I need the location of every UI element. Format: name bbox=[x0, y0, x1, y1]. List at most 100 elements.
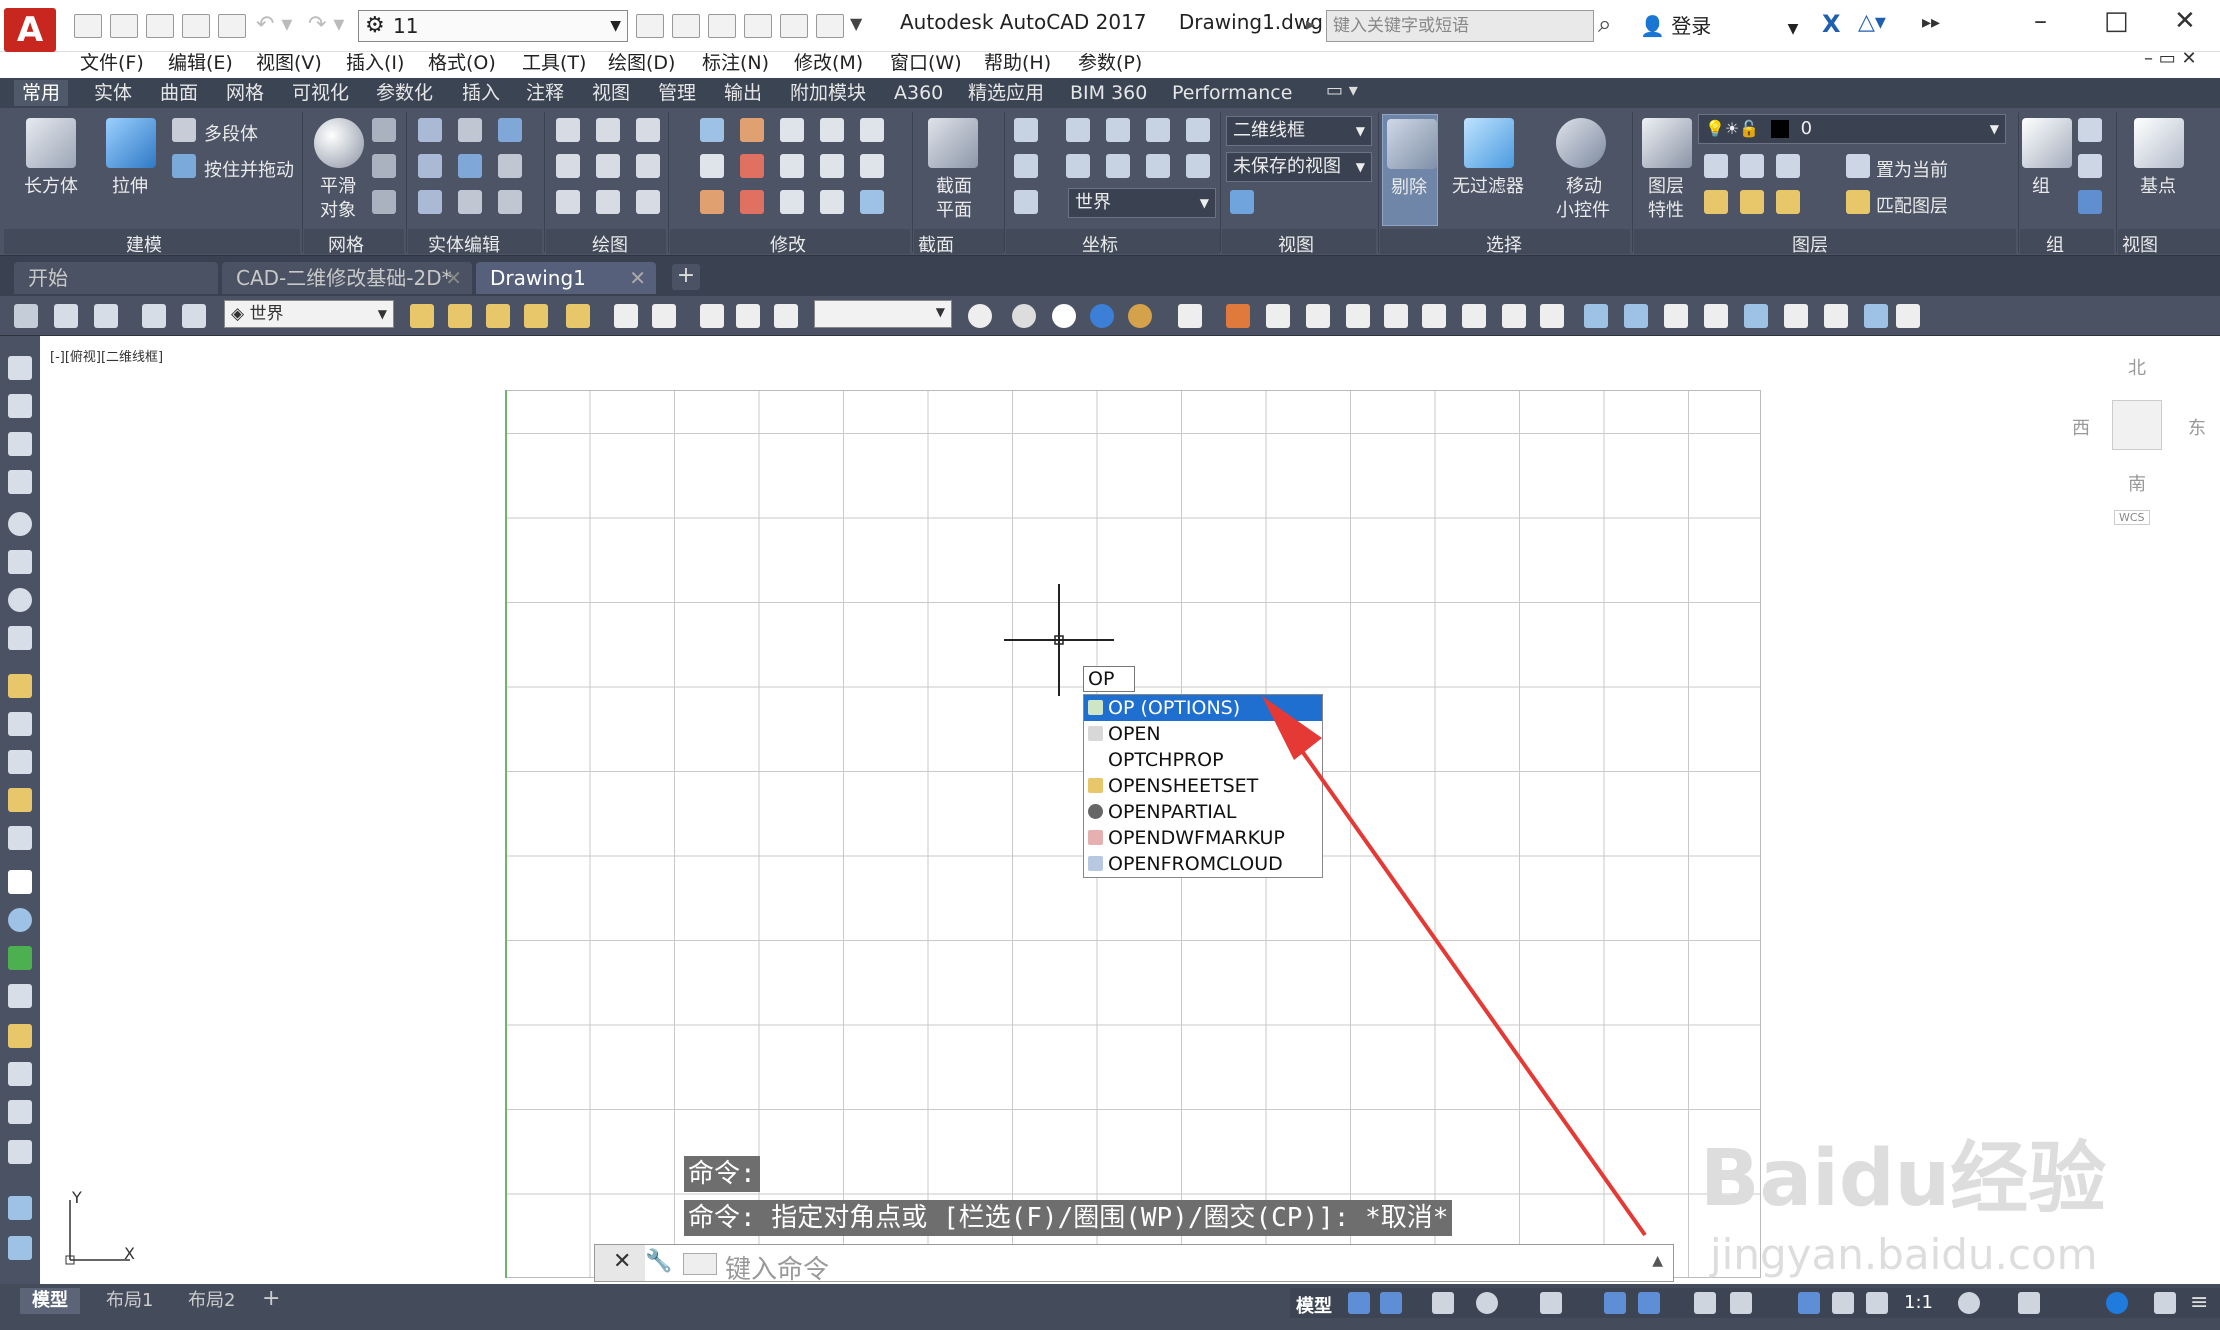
menu-tools[interactable]: 工具(T) bbox=[522, 48, 586, 75]
workspace-dropdown[interactable]: ⚙ 11 ▼ bbox=[358, 10, 628, 42]
ucs-x-icon[interactable] bbox=[1066, 118, 1090, 142]
menu-insert[interactable]: 插入(I) bbox=[346, 48, 404, 75]
mesh-refine-icon[interactable] bbox=[372, 154, 396, 178]
dim-angular-side-icon[interactable] bbox=[8, 626, 32, 650]
expand-icon[interactable]: ▸ bbox=[1306, 14, 1315, 35]
zoom-icon[interactable] bbox=[652, 304, 676, 328]
join-toolbar-icon[interactable] bbox=[1704, 304, 1728, 328]
tab-annotate[interactable]: 注释 bbox=[518, 80, 572, 106]
menu-draw[interactable]: 绘图(D) bbox=[608, 48, 675, 75]
doc-tab-start[interactable]: 开始 bbox=[14, 262, 218, 294]
dim-diameter-side-icon[interactable] bbox=[8, 588, 32, 612]
viewport-controls[interactable]: [-][俯视][二维线框] bbox=[50, 346, 163, 365]
tab-bim360[interactable]: BIM 360 bbox=[1062, 80, 1155, 106]
panel-layers-footer[interactable]: 图层 bbox=[1634, 229, 2016, 256]
smooth-object-icon[interactable] bbox=[314, 118, 364, 168]
align-icon[interactable] bbox=[740, 190, 764, 214]
move-toolbar-icon[interactable] bbox=[1422, 304, 1446, 328]
union-icon[interactable] bbox=[418, 118, 442, 142]
tab-visualize[interactable]: 可视化 bbox=[284, 80, 357, 106]
minimize-icon[interactable]: – bbox=[2034, 6, 2047, 36]
dim-angle-icon[interactable] bbox=[486, 304, 510, 328]
ucs-y-icon[interactable] bbox=[1106, 118, 1130, 142]
ribbon-minimize-icon[interactable]: ▭ ▾ bbox=[1326, 80, 1358, 101]
panel-view-footer[interactable]: 视图 bbox=[1222, 229, 1376, 256]
undo-icon[interactable]: ↶ ▾ bbox=[256, 12, 292, 37]
set-current-icon[interactable] bbox=[1846, 154, 1870, 178]
tab-manage[interactable]: 管理 bbox=[650, 80, 704, 106]
group-edit-icon[interactable] bbox=[2078, 154, 2102, 178]
construction-line-icon[interactable] bbox=[596, 154, 620, 178]
batch-plot-icon[interactable] bbox=[708, 14, 736, 38]
visual-style-conceptual-icon[interactable] bbox=[1090, 304, 1114, 328]
mirror-3d-icon[interactable] bbox=[740, 154, 764, 178]
dim-space-side-icon[interactable] bbox=[8, 788, 32, 812]
mirror-icon[interactable] bbox=[1306, 304, 1330, 328]
panel-modify-footer[interactable]: 修改 bbox=[670, 229, 910, 256]
tab-featured-apps[interactable]: 精选应用 bbox=[960, 80, 1052, 106]
layer-isolate-icon[interactable] bbox=[1740, 154, 1764, 178]
visual-style-hidden-icon[interactable] bbox=[1012, 304, 1036, 328]
pencil-icon[interactable] bbox=[1226, 304, 1250, 328]
array-icon[interactable] bbox=[820, 118, 844, 142]
panel-selection-footer[interactable]: 选择 bbox=[1380, 229, 1630, 256]
doc-window-controls[interactable]: – ▭ ✕ bbox=[2144, 48, 2197, 69]
fillet2-toolbar-icon[interactable] bbox=[1784, 304, 1808, 328]
erase-icon[interactable] bbox=[700, 190, 724, 214]
presspull-icon[interactable] bbox=[172, 154, 196, 178]
model-space-button[interactable]: 模型 bbox=[1296, 1292, 1332, 1318]
new-icon[interactable] bbox=[74, 14, 102, 38]
dim-arc-side-icon[interactable] bbox=[8, 432, 32, 456]
match-layer-icon[interactable] bbox=[1846, 190, 1870, 214]
tab-home[interactable]: 常用 bbox=[14, 80, 69, 106]
close-icon[interactable]: ✕ bbox=[445, 262, 462, 294]
rotate-toolbar-icon[interactable] bbox=[1462, 304, 1486, 328]
application-menu-button[interactable]: A bbox=[4, 8, 56, 52]
ucs-world-icon[interactable] bbox=[94, 304, 118, 328]
tab-output[interactable]: 输出 bbox=[716, 80, 770, 106]
separate-icon[interactable] bbox=[498, 154, 522, 178]
tab-mesh[interactable]: 网格 bbox=[218, 80, 272, 106]
thicken-icon[interactable] bbox=[458, 190, 482, 214]
line-icon[interactable] bbox=[556, 118, 580, 142]
ucs-named-icon[interactable] bbox=[1014, 190, 1038, 214]
customize-menu-icon[interactable]: ≡ bbox=[2190, 1290, 2208, 1315]
fillet-toolbar-icon[interactable] bbox=[1346, 304, 1370, 328]
ucs-axis-icon[interactable] bbox=[142, 304, 166, 328]
extrude-label[interactable]: 拉伸 bbox=[112, 172, 148, 198]
mesh-icon[interactable] bbox=[372, 118, 396, 142]
clean-screen-icon[interactable] bbox=[2154, 1292, 2176, 1314]
quick-dim-side-icon[interactable] bbox=[8, 674, 32, 698]
tab-performance[interactable]: Performance bbox=[1164, 80, 1300, 106]
plot-icon[interactable] bbox=[672, 14, 700, 38]
walk-icon[interactable] bbox=[774, 304, 798, 328]
wrench-icon[interactable]: 🔧 bbox=[645, 1249, 672, 1274]
tab-surface[interactable]: 曲面 bbox=[152, 80, 206, 106]
visual-style-wire-icon[interactable] bbox=[968, 304, 992, 328]
visual-style-shaded-icon[interactable] bbox=[1128, 304, 1152, 328]
culling-button[interactable]: 剔除 bbox=[1382, 114, 1438, 226]
panel-view2-footer[interactable]: 视图 bbox=[2118, 229, 2220, 256]
workspace-gear-icon[interactable] bbox=[1958, 1292, 1980, 1314]
ucs-world-dropdown[interactable]: 世界 ▼ bbox=[1068, 188, 1216, 218]
panel-modeling-footer[interactable]: 建模 bbox=[4, 229, 300, 256]
tab-addins[interactable]: 附加模块 bbox=[782, 80, 874, 106]
camera-icon[interactable] bbox=[736, 304, 760, 328]
close-icon[interactable]: ✕ bbox=[629, 262, 646, 294]
compass-west[interactable]: 西 bbox=[2072, 414, 2090, 440]
tab-parametric[interactable]: 参数化 bbox=[368, 80, 441, 106]
subtract-icon[interactable] bbox=[418, 154, 442, 178]
panel-section-footer[interactable]: 截面 bbox=[914, 229, 1004, 256]
extract-edges-icon[interactable] bbox=[498, 190, 522, 214]
presspull-label[interactable]: 按住并拖动 bbox=[204, 156, 294, 182]
layer-on-icon[interactable] bbox=[1704, 190, 1728, 214]
annotation-monitor-icon[interactable] bbox=[2018, 1292, 2040, 1314]
new-tab-icon[interactable]: + bbox=[672, 264, 700, 290]
menu-format[interactable]: 格式(O) bbox=[428, 48, 496, 75]
move-gizmo-icon[interactable] bbox=[1556, 118, 1606, 168]
offset-icon[interactable] bbox=[820, 190, 844, 214]
slice-icon[interactable] bbox=[458, 154, 482, 178]
annotation-visibility-icon[interactable] bbox=[1798, 1292, 1820, 1314]
menu-view[interactable]: 视图(V) bbox=[256, 48, 322, 75]
move-icon[interactable] bbox=[780, 118, 804, 142]
